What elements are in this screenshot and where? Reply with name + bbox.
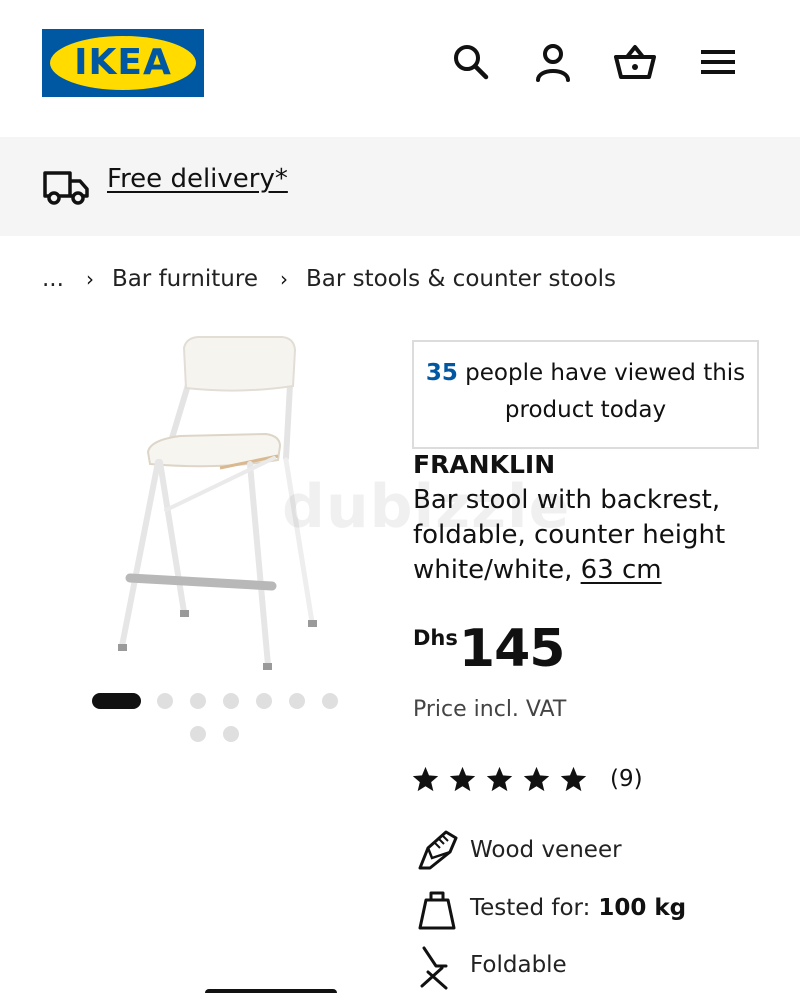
breadcrumb-bar-furniture[interactable]: Bar furniture (112, 266, 258, 292)
vat-note: Price incl. VAT (413, 697, 567, 722)
feature-label: Tested for: (470, 895, 591, 921)
carousel-dot[interactable] (223, 726, 239, 742)
truck-icon (42, 168, 90, 206)
account-icon[interactable] (531, 40, 575, 84)
carousel-dot[interactable] (256, 693, 272, 709)
product-description: Bar stool with backrest, foldable, count… (413, 483, 783, 588)
product-description-text: Bar stool with backrest, foldable, count… (413, 485, 726, 585)
feature-value: 100 kg (590, 895, 687, 921)
viewed-count-box: 35 people have viewed this product today (412, 340, 759, 449)
carousel-dot[interactable] (289, 693, 305, 709)
viewed-text: people have viewed this product today (457, 360, 746, 423)
size-link[interactable]: 63 cm (581, 555, 662, 585)
weight-icon (414, 887, 460, 933)
header: IKEA (0, 0, 800, 137)
star-icon (412, 766, 439, 791)
carousel-dot[interactable] (190, 726, 206, 742)
feature-tested-weight: Tested for: 100 kg (470, 895, 686, 921)
ikea-logo[interactable]: IKEA (42, 29, 204, 97)
price: Dhs 145 (413, 618, 566, 680)
feature-wood-veneer: Wood veneer (470, 837, 622, 863)
feature-label: Foldable (470, 952, 567, 978)
breadcrumb-ellipsis[interactable]: ... (42, 266, 64, 292)
free-delivery-link[interactable]: Free delivery* (107, 164, 288, 194)
search-icon[interactable] (449, 40, 493, 84)
rating[interactable]: (9) (411, 762, 643, 796)
home-indicator (205, 989, 337, 993)
feature-label: Wood veneer (470, 837, 622, 863)
logo-oval: IKEA (50, 36, 196, 90)
carousel-dot[interactable] (322, 693, 338, 709)
price-value: 145 (458, 619, 566, 679)
review-count[interactable]: (9) (610, 766, 643, 792)
star-icon (523, 766, 550, 791)
breadcrumb-bar-stools[interactable]: Bar stools & counter stools (306, 266, 616, 292)
chevron-right-icon: › (85, 267, 94, 291)
carousel-dot-active[interactable] (92, 693, 141, 709)
price-currency: Dhs (413, 626, 458, 650)
feature-foldable: Foldable (470, 952, 567, 978)
menu-icon[interactable] (696, 40, 740, 84)
breadcrumb: ... › Bar furniture › Bar stools & count… (42, 262, 616, 296)
product-name: FRANKLIN (413, 450, 556, 479)
star-icon (486, 766, 513, 791)
basket-icon[interactable] (613, 40, 657, 84)
logo-text: IKEA (74, 42, 172, 83)
viewed-count: 35 (425, 360, 458, 386)
foldable-chair-icon (414, 944, 460, 990)
star-icon (449, 766, 476, 791)
chevron-right-icon: › (279, 267, 288, 291)
carousel-dot[interactable] (223, 693, 239, 709)
carousel-dot[interactable] (190, 693, 206, 709)
wood-veneer-icon (414, 828, 460, 874)
carousel-dot[interactable] (157, 693, 173, 709)
star-icon (560, 766, 587, 791)
